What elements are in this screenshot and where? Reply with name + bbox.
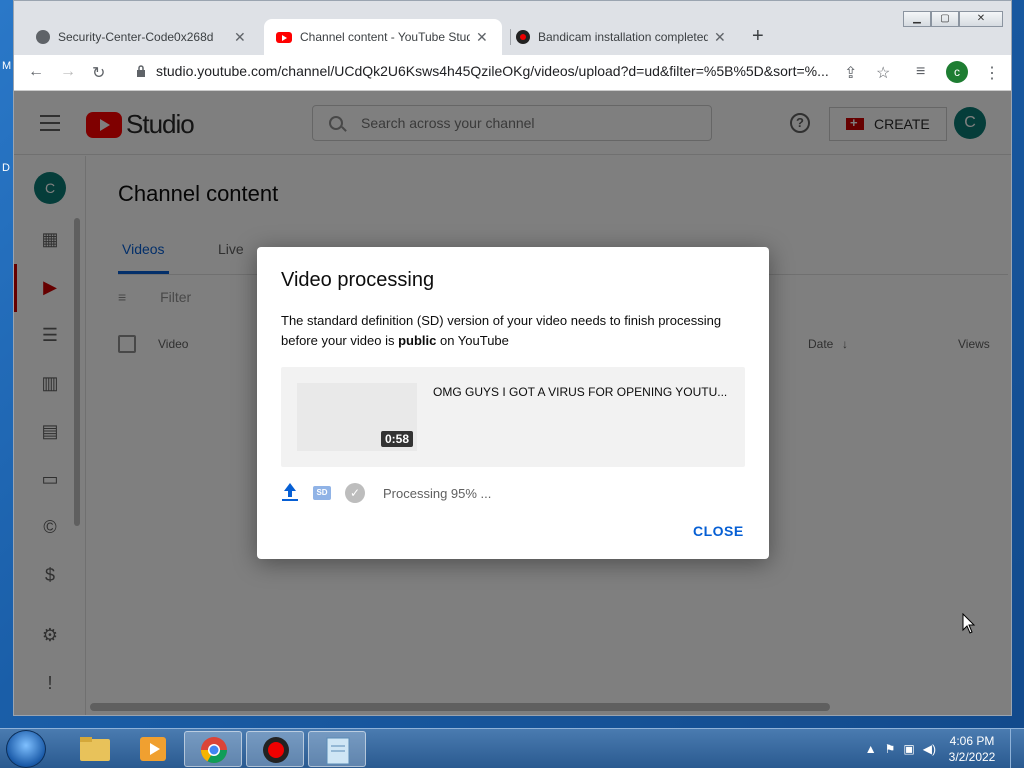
record-icon [516, 30, 530, 44]
maximize-button[interactable]: ▢ [931, 11, 959, 27]
reload-icon[interactable]: ↻ [92, 63, 105, 83]
globe-icon [36, 30, 50, 44]
clock-time: 4:06 PM [949, 734, 995, 748]
upload-icon [281, 483, 299, 503]
dialog-title: Video processing [281, 269, 435, 291]
tab-title: Bandicam installation completed [538, 30, 708, 44]
video-card: 0:58 OMG GUYS I GOT A VIRUS FOR OPENING … [281, 367, 745, 467]
video-title: OMG GUYS I GOT A VIRUS FOR OPENING YOUTU… [433, 385, 728, 399]
tab-strip: Security-Center-Code0x268d ✕ Channel con… [14, 1, 1011, 55]
notepad-taskbar-button[interactable] [308, 731, 366, 767]
youtube-icon [276, 31, 292, 43]
window-controls: ▁ ▢ ✕ [903, 11, 1003, 27]
new-tab-button[interactable]: + [752, 25, 764, 48]
volume-icon[interactable]: ◀) [923, 742, 936, 756]
close-button[interactable]: CLOSE [693, 523, 744, 539]
network-icon[interactable]: ▣ [903, 742, 914, 756]
tab-bandicam[interactable]: Bandicam installation completed ✕ [504, 19, 738, 55]
back-arrow-icon[interactable]: ← [28, 63, 44, 81]
reading-list-icon[interactable]: ≡ [916, 63, 925, 81]
profile-avatar[interactable]: c [946, 61, 968, 83]
record-icon [263, 737, 289, 763]
bandicam-taskbar-button[interactable] [246, 731, 304, 767]
mouse-cursor-icon [962, 613, 976, 634]
chrome-icon [200, 737, 228, 764]
message-emphasis: public [398, 333, 437, 348]
desktop-icon-label: D [2, 162, 10, 174]
folder-icon [80, 737, 110, 761]
tab-title: Security-Center-Code0x268d [58, 30, 214, 44]
system-tray: ▲ ⚑ ▣ ◀) 4:06 PM 3/2/2022 [857, 729, 1024, 768]
menu-icon[interactable]: ⋮ [984, 63, 1000, 83]
start-button[interactable] [6, 730, 46, 768]
close-icon[interactable]: ✕ [476, 29, 488, 46]
browser-toolbar: ← → ↻ studio.youtube.com/channel/UCdQk2U… [14, 55, 1011, 91]
close-window-button[interactable]: ✕ [959, 11, 1003, 27]
dialog-message: The standard definition (SD) version of … [281, 311, 741, 351]
tab-youtube-studio[interactable]: Channel content - YouTube Studio ✕ [264, 19, 502, 55]
address-bar[interactable]: studio.youtube.com/channel/UCdQk2U6Ksws4… [156, 63, 836, 79]
tab-security-center[interactable]: Security-Center-Code0x268d ✕ [24, 19, 258, 55]
desktop-icon-label: M [2, 60, 12, 72]
star-icon[interactable]: ☆ [876, 63, 890, 83]
chrome-taskbar-button[interactable] [184, 731, 242, 767]
share-icon[interactable]: ⇪ [844, 63, 857, 83]
browser-window: Security-Center-Code0x268d ✕ Channel con… [13, 0, 1012, 716]
close-icon[interactable]: ✕ [714, 29, 726, 46]
minimize-button[interactable]: ▁ [903, 11, 931, 27]
media-player-taskbar-button[interactable] [126, 731, 184, 767]
tray-expand-icon[interactable]: ▲ [865, 742, 877, 756]
taskbar: ▲ ⚑ ▣ ◀) 4:06 PM 3/2/2022 [0, 728, 1024, 768]
explorer-taskbar-button[interactable] [66, 731, 124, 767]
clock[interactable]: 4:06 PM 3/2/2022 [942, 733, 1002, 765]
action-center-icon[interactable]: ⚑ [885, 742, 896, 756]
check-icon: ✓ [345, 483, 365, 503]
status-text: Processing 95% ... [383, 485, 492, 501]
show-desktop-button[interactable] [1010, 729, 1024, 768]
media-player-icon [140, 737, 166, 761]
message-text: on YouTube [436, 333, 509, 348]
forward-arrow-icon[interactable]: → [60, 63, 76, 81]
processing-status: SD ✓ Processing 95% ... [281, 483, 491, 503]
sd-icon: SD [313, 486, 331, 500]
clock-date: 3/2/2022 [948, 750, 996, 764]
video-thumbnail[interactable]: 0:58 [297, 383, 417, 451]
tab-title: Channel content - YouTube Studio [300, 30, 470, 44]
notepad-icon [326, 737, 350, 765]
close-icon[interactable]: ✕ [234, 29, 246, 46]
duration-badge: 0:58 [380, 431, 413, 447]
video-processing-dialog: Video processing The standard definition… [257, 247, 769, 559]
studio-page: Studio ? CREATE C C ▦ ▶ ☰ ▥ ▤ ▭ © $ ⚙ [14, 91, 1011, 715]
lock-icon[interactable] [136, 65, 146, 77]
